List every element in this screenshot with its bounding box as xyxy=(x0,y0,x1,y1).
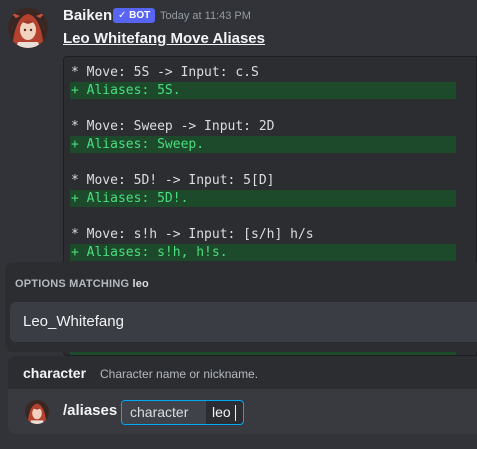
code-line-added: + Aliases: 5D!. xyxy=(70,190,456,207)
code-line-added: + Aliases: Sweep. xyxy=(70,136,456,153)
message-author[interactable]: Baiken xyxy=(63,7,112,24)
command-parameter[interactable]: character leo xyxy=(121,400,244,425)
parameter-name: character xyxy=(122,401,206,424)
discord-chat-view: Baiken ✓ BOT Today at 11:43 PM Leo White… xyxy=(0,0,477,449)
message-input[interactable]: /aliases character leo xyxy=(8,389,477,434)
command-option-hint: character Character name or nickname. xyxy=(8,356,477,389)
message-timestamp: Today at 11:43 PM xyxy=(160,10,251,22)
autocomplete-option-label: Leo_Whitefang xyxy=(23,313,124,330)
hint-option-description: Character name or nickname. xyxy=(100,367,259,381)
code-line: * Move: Sweep -> Input: 2D xyxy=(71,119,275,134)
code-line-added: + Aliases: 5S. xyxy=(70,82,456,99)
code-line-added: + Aliases: s!h, h!s. xyxy=(70,244,456,261)
code-line: * Move: 5D! -> Input: 5[D] xyxy=(71,173,275,188)
slash-command-name: /aliases xyxy=(63,402,118,419)
parameter-value[interactable]: leo xyxy=(212,401,231,424)
autocomplete-popup: OPTIONS MATCHING leo Leo_Whitefang xyxy=(5,262,477,352)
autocomplete-option[interactable]: Leo_Whitefang xyxy=(10,302,477,342)
code-line: * Move: s!h -> Input: [s/h] h/s xyxy=(71,227,314,242)
embed-title[interactable]: Leo Whitefang Move Aliases xyxy=(63,30,265,47)
code-line: * Move: 5S -> Input: c.S xyxy=(71,65,259,80)
text-caret xyxy=(235,405,236,421)
autocomplete-query: leo xyxy=(132,278,149,290)
autocomplete-header: OPTIONS MATCHING leo xyxy=(15,278,149,290)
bot-small-avatar-icon xyxy=(25,400,49,424)
hint-option-name: character xyxy=(23,365,87,381)
autocomplete-header-label: OPTIONS MATCHING xyxy=(15,278,130,290)
author-avatar-icon[interactable] xyxy=(8,8,48,48)
bot-badge: ✓ BOT xyxy=(113,8,156,23)
